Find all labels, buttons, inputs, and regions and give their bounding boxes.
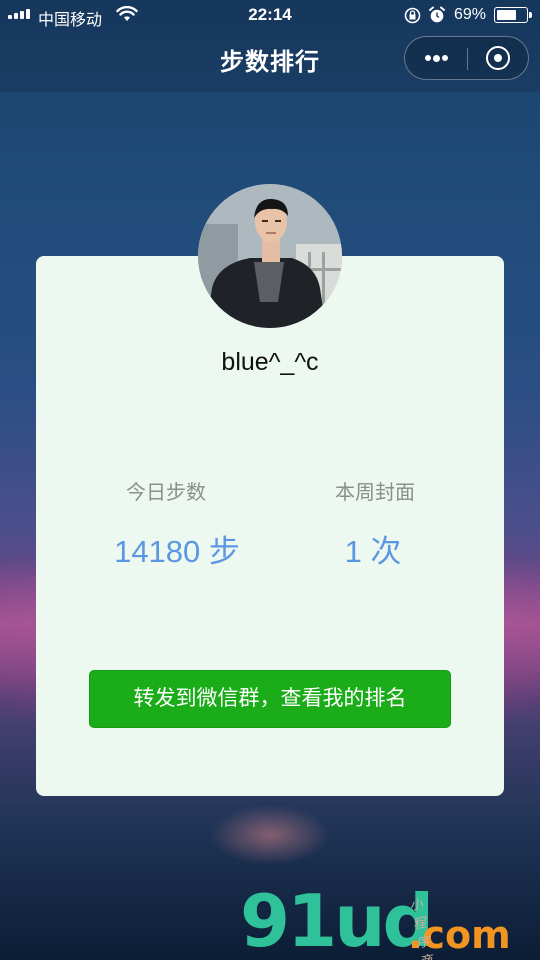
close-button[interactable] [468, 37, 529, 79]
battery-fill [497, 10, 516, 20]
today-steps-label: 今日步数 [126, 482, 206, 504]
mini-program-capsule [404, 36, 529, 80]
battery-icon [494, 7, 532, 23]
avatar-photo [198, 184, 342, 328]
avatar[interactable] [198, 184, 342, 328]
today-steps-value: 14180 步 [114, 534, 240, 569]
alarm-icon [429, 6, 445, 23]
week-cover-value: 1 次 [344, 534, 402, 569]
top-bar: 中国移动 22:14 69% 步数排行 [0, 0, 540, 92]
username: blue^_^c [221, 348, 319, 376]
week-cover-label: 本周封面 [335, 482, 415, 504]
status-bar: 中国移动 22:14 69% [0, 0, 540, 30]
watermark-logo: 91ud [240, 879, 434, 960]
more-dots-icon [425, 55, 431, 61]
more-button[interactable] [405, 37, 467, 79]
battery-percent: 69% [454, 6, 487, 23]
rotation-lock-icon [404, 7, 421, 24]
share-to-group-button[interactable]: 转发到微信群，查看我的排名 [89, 670, 451, 728]
